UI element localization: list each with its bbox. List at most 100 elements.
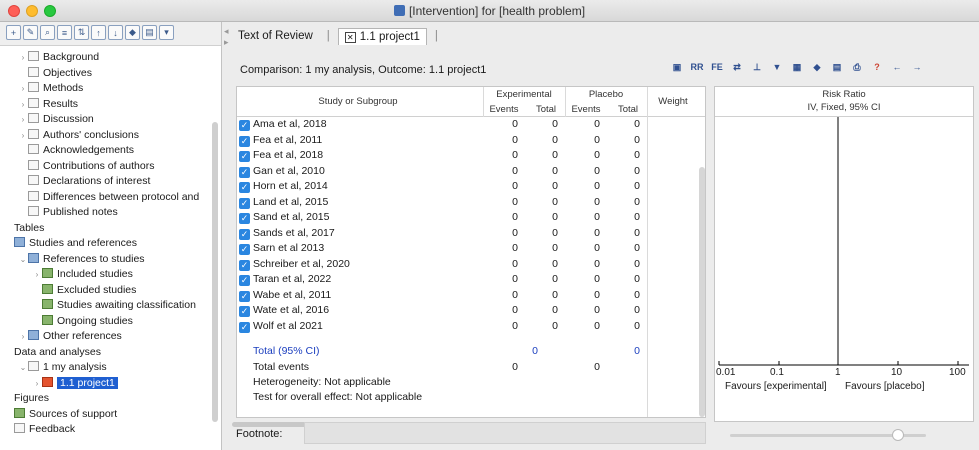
add-icon[interactable]: + — [6, 25, 21, 40]
cell-e-tot[interactable]: 0 — [545, 289, 565, 301]
cell-e-tot[interactable]: 0 — [545, 134, 565, 146]
cell-e-tot[interactable]: 0 — [545, 118, 565, 130]
tree-item[interactable]: Studies awaiting classification — [0, 298, 210, 314]
cell-e-tot[interactable]: 0 — [545, 165, 565, 177]
cell-e-ev[interactable]: 0 — [505, 149, 525, 161]
close-tab-icon[interactable]: ✕ — [344, 31, 356, 43]
expand-arrow-icon[interactable]: › — [18, 81, 28, 97]
cell-p-ev[interactable]: 0 — [587, 196, 607, 208]
back-arrow-icon[interactable]: ← — [890, 62, 904, 73]
tree-item[interactable]: › Included studies — [0, 267, 210, 283]
tree-item[interactable]: Contributions of authors — [0, 159, 210, 175]
include-checkbox[interactable]: ✓ — [239, 290, 250, 302]
include-checkbox[interactable]: ✓ — [239, 120, 250, 131]
cell-e-tot[interactable]: 0 — [545, 258, 565, 270]
tree-item[interactable]: Acknowledgements — [0, 143, 210, 159]
tree-item[interactable]: Feedback — [0, 422, 210, 438]
table-row[interactable]: ✓ Fea et al, 2011 0 0 0 0 — [237, 134, 645, 150]
cell-p-ev[interactable]: 0 — [587, 320, 607, 332]
cell-p-tot[interactable]: 0 — [627, 320, 647, 332]
table-row[interactable]: ✓ Sands et al, 2017 0 0 0 0 — [237, 227, 645, 243]
include-checkbox[interactable]: ✓ — [239, 197, 250, 209]
help-icon[interactable]: ? — [870, 62, 884, 73]
cell-p-tot[interactable]: 0 — [627, 134, 647, 146]
tree-item[interactable]: Studies and references — [0, 236, 210, 252]
forward-arrow-icon[interactable]: → — [910, 62, 924, 73]
study-header[interactable]: Study or Subgroup — [253, 96, 463, 107]
cell-e-tot[interactable]: 0 — [545, 211, 565, 223]
expand-arrow-icon[interactable]: ⌄ — [18, 360, 28, 376]
cell-p-tot[interactable]: 0 — [627, 273, 647, 285]
include-checkbox[interactable]: ✓ — [239, 275, 250, 286]
include-checkbox[interactable]: ✓ — [239, 228, 250, 240]
risk-ratio-button[interactable]: RR — [690, 62, 704, 73]
expand-arrow-icon[interactable]: › — [18, 112, 28, 128]
expand-arrow-icon[interactable]: › — [32, 376, 42, 392]
print-icon[interactable]: ⎙ — [850, 62, 864, 73]
tree-item[interactable]: › Methods — [0, 81, 210, 97]
cell-p-tot[interactable]: 0 — [627, 258, 647, 270]
cell-p-tot[interactable]: 0 — [627, 304, 647, 316]
tree-item[interactable]: › Authors' conclusions — [0, 128, 210, 144]
tab-project[interactable]: ✕ 1.1 project1 — [337, 27, 427, 45]
cell-e-ev[interactable]: 0 — [505, 242, 525, 254]
cell-e-tot[interactable]: 0 — [545, 273, 565, 285]
tree-item[interactable]: Data and analyses — [0, 345, 210, 361]
cell-p-ev[interactable]: 0 — [587, 180, 607, 192]
swap-icon[interactable]: ⇄ — [730, 62, 744, 73]
outline-scrollbar[interactable] — [212, 122, 218, 422]
tree-item[interactable]: › Background — [0, 50, 210, 66]
expand-arrow-icon[interactable]: › — [18, 128, 28, 144]
cell-p-ev[interactable]: 0 — [587, 165, 607, 177]
cell-p-ev[interactable]: 0 — [587, 304, 607, 316]
note-icon[interactable]: ▤ — [142, 25, 157, 40]
table-row[interactable]: ✓ Horn et al, 2014 0 0 0 0 — [237, 180, 645, 196]
dropdown-icon[interactable]: ▾ — [159, 25, 174, 40]
table-row[interactable]: ✓ Schreiber et al, 2020 0 0 0 0 — [237, 258, 645, 274]
table-row[interactable]: ✓ Taran et al, 2022 0 0 0 0 — [237, 273, 645, 289]
cell-p-tot[interactable]: 0 — [627, 211, 647, 223]
cell-e-tot[interactable]: 0 — [545, 196, 565, 208]
include-checkbox[interactable]: ✓ — [239, 244, 250, 255]
funnel-plot-icon[interactable]: ▼ — [770, 62, 784, 73]
cell-e-tot[interactable]: 0 — [545, 149, 565, 161]
tree-item[interactable]: › Results — [0, 97, 210, 113]
cell-p-tot[interactable]: 0 — [627, 227, 647, 239]
table-v-scrollbar[interactable] — [699, 167, 705, 417]
table-row[interactable]: ✓ Wabe et al, 2011 0 0 0 0 — [237, 289, 645, 305]
table-row[interactable]: ✓ Ama et al, 2018 0 0 0 0 — [237, 118, 645, 134]
cell-e-tot[interactable]: 0 — [545, 320, 565, 332]
forest-plot-icon[interactable]: ⊥ — [750, 62, 764, 73]
cell-e-ev[interactable]: 0 — [505, 180, 525, 192]
cell-p-ev[interactable]: 0 — [587, 289, 607, 301]
bookmark-icon[interactable]: ◆ — [810, 62, 824, 73]
tree-item[interactable]: › Other references — [0, 329, 210, 345]
tree-item[interactable]: › Discussion — [0, 112, 210, 128]
properties-icon[interactable]: ≡ — [57, 25, 72, 40]
table-row[interactable]: ✓ Sand et al, 2015 0 0 0 0 — [237, 211, 645, 227]
move-down-icon[interactable]: ↓ — [108, 25, 123, 40]
tree-item[interactable]: Declarations of interest — [0, 174, 210, 190]
cell-e-ev[interactable]: 0 — [505, 211, 525, 223]
tree-item[interactable]: Sources of support — [0, 407, 210, 423]
include-checkbox[interactable]: ✓ — [239, 321, 250, 333]
table-row[interactable]: ✓ Sarn et al 2013 0 0 0 0 — [237, 242, 645, 258]
tree-item[interactable]: Ongoing studies — [0, 314, 210, 330]
tree-item[interactable]: Figures — [0, 391, 210, 407]
cell-e-ev[interactable]: 0 — [505, 227, 525, 239]
tree-item[interactable]: Published notes — [0, 205, 210, 221]
expand-arrow-icon[interactable]: › — [18, 50, 28, 66]
properties-icon[interactable]: ▣ — [670, 62, 684, 73]
cell-e-tot[interactable]: 0 — [545, 304, 565, 316]
include-checkbox[interactable]: ✓ — [239, 213, 250, 224]
cell-p-ev[interactable]: 0 — [587, 211, 607, 223]
table-row[interactable]: ✓ Wolf et al 2021 0 0 0 0 — [237, 320, 645, 336]
cell-e-tot[interactable]: 0 — [545, 242, 565, 254]
cell-e-tot[interactable]: 0 — [545, 227, 565, 239]
cell-e-ev[interactable]: 0 — [505, 320, 525, 332]
cell-e-tot[interactable]: 0 — [545, 180, 565, 192]
cell-p-tot[interactable]: 0 — [627, 165, 647, 177]
cell-e-ev[interactable]: 0 — [505, 289, 525, 301]
cell-e-ev[interactable]: 0 — [505, 118, 525, 130]
splitter-handle-icon[interactable]: ◂ ▸ — [224, 26, 229, 48]
